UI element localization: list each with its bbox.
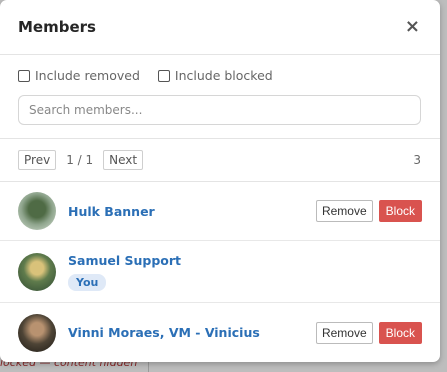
include-blocked-checkbox[interactable]: Include blocked	[157, 68, 273, 83]
member-name-link[interactable]: Vinni Moraes, VM - Vinicius	[68, 325, 316, 340]
member-row: Vinni Moraes, VM - Vinicius Remove Block	[0, 303, 440, 362]
member-row: Hulk Banner Remove Block	[0, 182, 440, 241]
you-badge: You	[68, 273, 107, 291]
include-blocked-label: Include blocked	[174, 68, 273, 83]
block-button[interactable]: Block	[378, 321, 422, 344]
prev-button[interactable]: Prev	[18, 150, 57, 170]
pagination: Prev 1 / 1 Next 3	[0, 139, 440, 182]
avatar	[18, 192, 56, 230]
member-row: Samuel Support You	[0, 241, 440, 303]
page-info: 1 / 1	[66, 153, 94, 167]
member-name-link[interactable]: Samuel Support	[68, 253, 422, 268]
members-modal: Members × Include removed Include blocke…	[0, 0, 440, 362]
next-button[interactable]: Next	[103, 150, 144, 170]
modal-title: Members	[18, 18, 96, 36]
include-removed-checkbox[interactable]: Include removed	[18, 68, 140, 83]
block-button[interactable]: Block	[378, 200, 422, 222]
avatar	[18, 313, 56, 352]
modal-header: Members ×	[0, 0, 440, 55]
search-input[interactable]: Search members...	[18, 95, 421, 125]
include-removed-label: Include removed	[35, 68, 140, 83]
checkbox-icon[interactable]	[18, 69, 30, 82]
remove-button[interactable]: Remove	[315, 200, 373, 222]
member-count: 3	[413, 153, 421, 167]
close-icon[interactable]: ×	[405, 18, 420, 36]
member-name-link[interactable]: Hulk Banner	[68, 204, 316, 219]
filters-section: Include removed Include blocked Search m…	[0, 55, 440, 139]
checkbox-icon[interactable]	[157, 69, 170, 82]
avatar	[18, 252, 56, 291]
remove-button[interactable]: Remove	[315, 321, 373, 344]
